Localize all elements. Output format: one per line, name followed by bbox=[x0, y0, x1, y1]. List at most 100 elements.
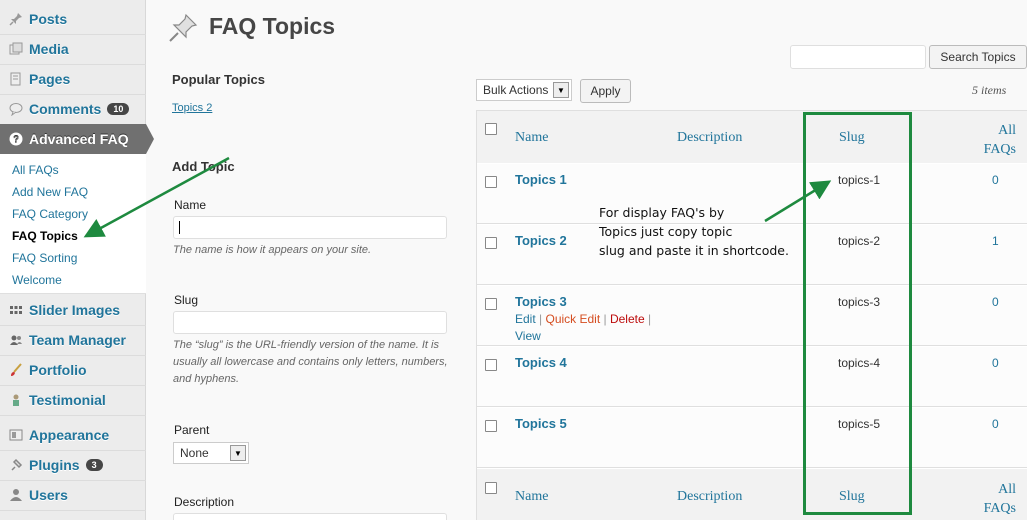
col-description[interactable]: Description bbox=[677, 130, 742, 146]
bulk-actions-value: Bulk Actions bbox=[483, 83, 549, 97]
popular-topic-link[interactable]: Topics 2 bbox=[172, 102, 212, 114]
submenu-faq-category[interactable]: FAQ Category bbox=[12, 207, 88, 221]
popular-topics-heading: Popular Topics bbox=[172, 72, 265, 87]
col-name[interactable]: Name bbox=[515, 130, 548, 146]
row-checkbox[interactable] bbox=[485, 176, 497, 188]
brush-icon bbox=[8, 363, 23, 378]
row-count-link[interactable]: 0 bbox=[992, 356, 999, 370]
submenu-all-faqs[interactable]: All FAQs bbox=[12, 163, 59, 177]
row-count-link[interactable]: 0 bbox=[992, 295, 999, 309]
row-actions: Edit | Quick Edit | Delete | bbox=[515, 312, 652, 326]
row-checkbox[interactable] bbox=[485, 359, 497, 371]
menu-slider-images[interactable]: Slider Images bbox=[0, 295, 146, 325]
menu-testimonial[interactable]: Testimonial bbox=[0, 385, 146, 415]
description-label: Description bbox=[174, 495, 235, 509]
row-count-link[interactable]: 1 bbox=[992, 234, 999, 248]
user-icon bbox=[8, 488, 23, 503]
grid-icon bbox=[8, 303, 23, 318]
delete-link[interactable]: Delete bbox=[610, 312, 645, 326]
menu-advanced-faq-label: Advanced FAQ bbox=[29, 131, 129, 147]
menu-portfolio[interactable]: Portfolio bbox=[0, 355, 146, 385]
col-name-footer[interactable]: Name bbox=[515, 489, 548, 505]
row-checkbox[interactable] bbox=[485, 237, 497, 249]
menu-team-manager[interactable]: Team Manager bbox=[0, 325, 146, 355]
menu-media[interactable]: Media bbox=[0, 34, 146, 64]
slug-label: Slug bbox=[174, 293, 199, 307]
quick-edit-link[interactable]: Quick Edit bbox=[545, 312, 600, 326]
menu-slider-images-label: Slider Images bbox=[29, 302, 121, 318]
select-all-checkbox-footer[interactable] bbox=[485, 482, 497, 494]
row-title-link[interactable]: Topics 2 bbox=[515, 233, 567, 248]
name-help-text: The name is how it appears on your site. bbox=[173, 244, 372, 256]
table-row: Topics 3 Edit | Quick Edit | Delete | Vi… bbox=[477, 285, 1027, 346]
menu-plugins-label: Plugins bbox=[29, 457, 80, 473]
text-cursor bbox=[179, 221, 180, 234]
annotation-line: Topics just copy topic bbox=[599, 224, 733, 239]
row-title-link[interactable]: Topics 5 bbox=[515, 416, 567, 431]
menu-appearance-label: Appearance bbox=[29, 427, 110, 443]
apply-button[interactable]: Apply bbox=[580, 79, 631, 103]
slug-field[interactable] bbox=[173, 311, 447, 334]
annotation-line: For display FAQ's by bbox=[599, 205, 725, 220]
menu-pages[interactable]: Pages bbox=[0, 64, 146, 94]
dropdown-arrow-icon: ▼ bbox=[230, 445, 246, 461]
row-count-link[interactable]: 0 bbox=[992, 417, 999, 431]
menu-portfolio-label: Portfolio bbox=[29, 362, 87, 378]
menu-appearance[interactable]: Appearance bbox=[0, 420, 146, 450]
col-description-footer[interactable]: Description bbox=[677, 489, 742, 505]
menu-testimonial-label: Testimonial bbox=[29, 392, 106, 408]
edit-link[interactable]: Edit bbox=[515, 312, 536, 326]
description-field[interactable] bbox=[173, 513, 447, 520]
menu-media-label: Media bbox=[29, 41, 69, 57]
row-title-link[interactable]: Topics 1 bbox=[515, 172, 567, 187]
menu-plugins[interactable]: Plugins 3 bbox=[0, 450, 146, 480]
search-topics-button[interactable]: Search Topics bbox=[929, 45, 1027, 69]
question-icon: ? bbox=[8, 132, 23, 147]
plugins-count-badge: 3 bbox=[85, 459, 103, 471]
menu-users-label: Users bbox=[29, 487, 68, 503]
menu-team-manager-label: Team Manager bbox=[29, 332, 126, 348]
row-count-link[interactable]: 0 bbox=[992, 173, 999, 187]
search-input[interactable] bbox=[790, 45, 926, 69]
view-link[interactable]: View bbox=[515, 329, 541, 343]
bulk-actions-select[interactable]: Bulk Actions ▼ bbox=[476, 79, 572, 101]
plugin-icon bbox=[8, 458, 23, 473]
row-checkbox[interactable] bbox=[485, 420, 497, 432]
slug-help-text: The “slug” is the URL-friendly version o… bbox=[173, 339, 448, 385]
menu-comments[interactable]: Comments 10 bbox=[0, 94, 146, 124]
submenu-add-new-faq[interactable]: Add New FAQ bbox=[12, 185, 88, 199]
col-all-faqs-footer[interactable]: All FAQs bbox=[972, 480, 1016, 518]
faq-submenu: All FAQs Add New FAQ FAQ Category FAQ To… bbox=[0, 154, 146, 294]
menu-posts[interactable]: Posts bbox=[0, 4, 146, 34]
person-icon bbox=[8, 393, 23, 408]
admin-sidebar: Posts Media Pages Comments 10 ? Advanced… bbox=[0, 0, 154, 520]
items-count: 5 items bbox=[972, 83, 1007, 97]
table-header: Name Description Slug All FAQs bbox=[477, 111, 1027, 163]
annotation-note: For display FAQ's by Topics just copy to… bbox=[599, 203, 809, 260]
dropdown-arrow-icon: ▼ bbox=[553, 82, 569, 98]
menu-advanced-faq[interactable]: ? Advanced FAQ bbox=[0, 124, 154, 154]
parent-select[interactable]: None ▼ bbox=[173, 442, 249, 464]
submenu-faq-sorting[interactable]: FAQ Sorting bbox=[12, 251, 77, 265]
svg-text:?: ? bbox=[12, 135, 18, 146]
select-all-checkbox[interactable] bbox=[485, 123, 497, 135]
row-checkbox[interactable] bbox=[485, 298, 497, 310]
pin-icon bbox=[8, 12, 23, 27]
parent-select-value: None bbox=[180, 446, 209, 460]
table-row: Topics 4 topics-4 0 bbox=[477, 346, 1027, 407]
users-icon bbox=[8, 333, 23, 348]
menu-users[interactable]: Users bbox=[0, 480, 146, 510]
submenu-welcome[interactable]: Welcome bbox=[12, 273, 62, 287]
col-all-faqs[interactable]: All FAQs bbox=[972, 121, 1016, 159]
pages-icon bbox=[8, 72, 23, 87]
submenu-faq-topics[interactable]: FAQ Topics bbox=[12, 229, 78, 243]
menu-pages-label: Pages bbox=[29, 71, 71, 87]
topics-table: Name Description Slug All FAQs Topics 1 … bbox=[476, 110, 1027, 520]
slug-highlight-box bbox=[803, 112, 912, 515]
row-title-link[interactable]: Topics 3 bbox=[515, 294, 567, 309]
name-label: Name bbox=[174, 198, 207, 212]
name-field[interactable] bbox=[173, 216, 447, 239]
row-title-link[interactable]: Topics 4 bbox=[515, 355, 567, 370]
page-title: FAQ Topics bbox=[209, 13, 336, 39]
table-row: Topics 5 topics-5 0 bbox=[477, 407, 1027, 468]
